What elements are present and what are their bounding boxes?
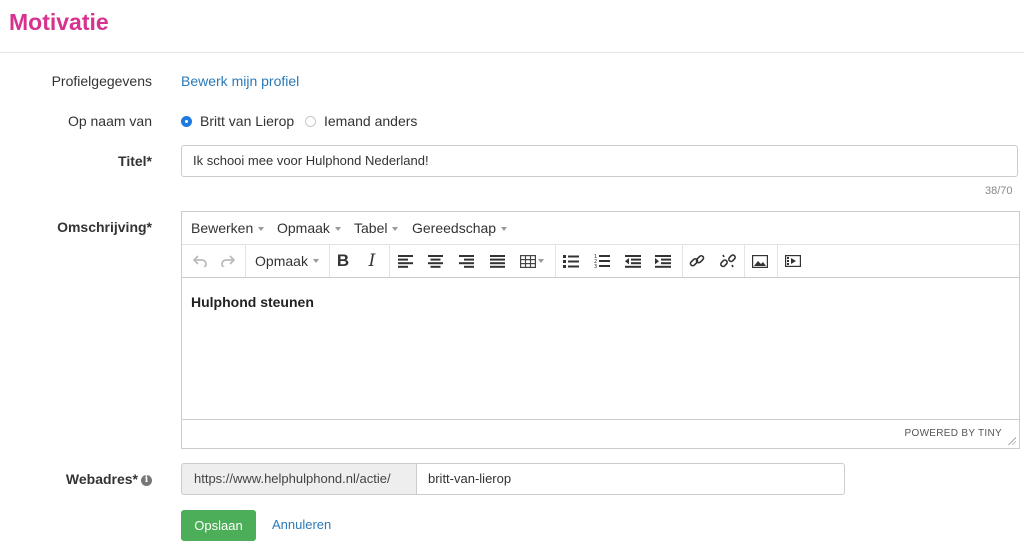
radio-britt-label: Britt van Lierop <box>200 113 295 129</box>
menu-opmaak[interactable]: Opmaak <box>277 220 341 236</box>
format-dropdown[interactable]: Opmaak <box>248 245 326 277</box>
title-input[interactable]: Ik schooi mee voor Hulphond Nederland! <box>181 145 1018 177</box>
powered-by-label[interactable]: POWERED BY TINY <box>905 428 1002 439</box>
editor-content[interactable]: Hulphond steunen <box>191 294 314 310</box>
rich-text-editor: Bewerken Opmaak Tabel Gereedschap Opmaak… <box>181 211 1020 449</box>
editor-toolbar: Opmaak B I 123 <box>182 245 1019 278</box>
profile-label: Profielgegevens <box>51 73 152 89</box>
redo-button[interactable] <box>216 245 240 277</box>
undo-button[interactable] <box>188 245 212 277</box>
link-icon[interactable] <box>686 245 708 277</box>
resize-handle-icon[interactable] <box>1008 437 1016 445</box>
bold-icon[interactable]: B <box>332 245 354 277</box>
radio-unselected-icon[interactable] <box>305 115 316 127</box>
info-icon[interactable]: i <box>141 474 152 486</box>
svg-text:3: 3 <box>594 264 597 268</box>
menu-bewerken[interactable]: Bewerken <box>191 220 265 236</box>
title-char-counter: 38/70 <box>985 185 1013 197</box>
on-behalf-label: Op naam van <box>67 113 152 129</box>
menu-tabel[interactable]: Tabel <box>354 220 399 236</box>
cancel-link[interactable]: Annuleren <box>272 516 331 534</box>
editor-menubar: Bewerken Opmaak Tabel Gereedschap <box>182 212 1019 245</box>
save-button[interactable]: Opslaan <box>181 510 256 541</box>
align-left-icon[interactable] <box>394 245 416 277</box>
chevron-down-icon <box>501 227 508 232</box>
radio-selected-icon[interactable] <box>181 115 192 127</box>
description-label: Omschrijving* <box>57 219 152 235</box>
edit-profile-link[interactable]: Bewerk mijn profiel <box>181 72 299 90</box>
url-slug-input[interactable]: britt-van-lierop <box>416 463 845 495</box>
radio-britt[interactable]: Britt van Lierop <box>181 112 294 130</box>
table-icon[interactable] <box>516 245 548 277</box>
numbered-list-icon[interactable]: 123 <box>591 245 613 277</box>
radio-someone-else[interactable]: Iemand anders <box>305 112 417 130</box>
chevron-down-icon <box>392 227 399 232</box>
webaddress-label: Webadres* i <box>0 470 152 488</box>
title-label: Titel* <box>118 153 152 169</box>
menu-gereedschap[interactable]: Gereedschap <box>412 220 508 236</box>
align-center-icon[interactable] <box>424 245 446 277</box>
chevron-down-icon <box>258 227 265 232</box>
undo-icon <box>193 255 207 267</box>
chevron-down-icon <box>538 259 544 263</box>
outdent-icon[interactable] <box>622 245 644 277</box>
page-title: Motivatie <box>9 9 109 35</box>
editor-statusbar: POWERED BY TINY <box>182 419 1019 448</box>
align-justify-icon[interactable] <box>486 245 508 277</box>
indent-icon[interactable] <box>652 245 674 277</box>
image-icon[interactable] <box>749 245 771 277</box>
radio-someone-else-label: Iemand anders <box>324 113 418 129</box>
align-right-icon[interactable] <box>455 245 477 277</box>
bullet-list-icon[interactable] <box>560 245 582 277</box>
italic-icon[interactable]: I <box>361 245 383 277</box>
chevron-down-icon <box>312 259 319 263</box>
header-divider <box>0 52 1024 53</box>
url-prefix: https://www.helphulphond.nl/actie/ <box>181 463 417 495</box>
media-icon[interactable] <box>782 245 804 277</box>
unlink-icon[interactable] <box>717 245 739 277</box>
chevron-down-icon <box>334 227 341 232</box>
redo-icon <box>221 255 235 267</box>
